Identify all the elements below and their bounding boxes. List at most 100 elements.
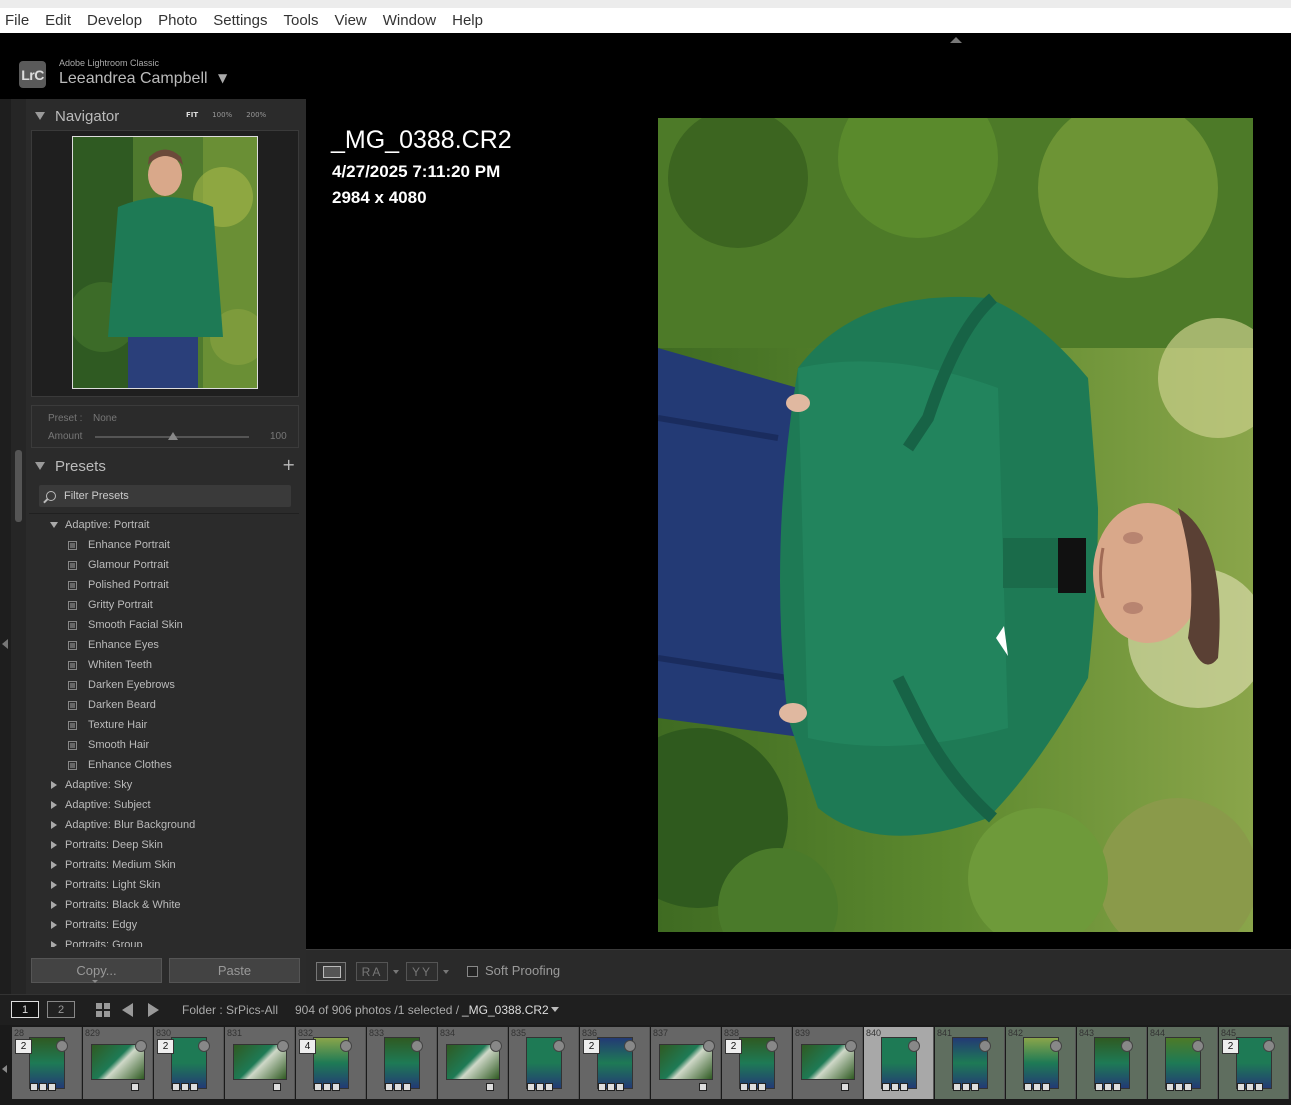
- menu-view[interactable]: View: [327, 12, 375, 29]
- filmstrip-cell[interactable]: 835: [509, 1027, 579, 1099]
- soft-proofing-checkbox[interactable]: [467, 966, 478, 977]
- stack-count-badge[interactable]: 2: [1222, 1039, 1239, 1054]
- menu-photo[interactable]: Photo: [150, 12, 205, 29]
- menu-window[interactable]: Window: [375, 12, 444, 29]
- preset-item[interactable]: Darken Eyebrows: [29, 675, 175, 695]
- filmstrip-cell[interactable]: 833: [367, 1027, 437, 1099]
- preset-item[interactable]: Enhance Eyes: [29, 635, 159, 655]
- filmstrip-cell[interactable]: 831: [225, 1027, 295, 1099]
- main-photo[interactable]: [658, 118, 1253, 932]
- preset-item[interactable]: Texture Hair: [29, 715, 147, 735]
- grid-view-icon[interactable]: [96, 1003, 110, 1017]
- navigator-thumbnail[interactable]: [72, 136, 258, 389]
- previous-arrow-icon[interactable]: [122, 1003, 133, 1017]
- filmstrip-cell[interactable]: 840: [864, 1027, 934, 1099]
- stack-count-badge[interactable]: 2: [583, 1039, 600, 1054]
- main-window-button[interactable]: 1: [11, 1001, 39, 1018]
- left-panel-scroll-thumb[interactable]: [15, 450, 22, 522]
- preset-group[interactable]: Portraits: Light Skin: [29, 875, 160, 895]
- menu-tools[interactable]: Tools: [275, 12, 326, 29]
- filmstrip-cell[interactable]: 28 2: [12, 1027, 82, 1099]
- preset-group[interactable]: Adaptive: Sky: [29, 775, 132, 795]
- filmstrip-cell[interactable]: 841: [935, 1027, 1005, 1099]
- zoom-100[interactable]: 100%: [212, 111, 232, 119]
- stack-count-badge[interactable]: 2: [157, 1039, 174, 1054]
- copy-button[interactable]: Copy...: [31, 958, 162, 983]
- soft-proofing-label[interactable]: Soft Proofing: [485, 963, 560, 978]
- presets-header[interactable]: Presets: [27, 451, 301, 481]
- secondary-window-button[interactable]: 2: [47, 1001, 75, 1018]
- preset-group[interactable]: Portraits: Edgy: [29, 915, 137, 935]
- preset-group[interactable]: Portraits: Black & White: [29, 895, 181, 915]
- badge-icon: [273, 1083, 281, 1091]
- next-arrow-icon[interactable]: [148, 1003, 159, 1017]
- stack-count-badge[interactable]: 2: [725, 1039, 742, 1054]
- preset-group[interactable]: Portraits: Group: [29, 935, 143, 947]
- collapsed-triangle-icon: [51, 841, 57, 849]
- filmstrip-cell[interactable]: 844: [1148, 1027, 1218, 1099]
- filename-dropdown-icon[interactable]: [551, 1007, 559, 1012]
- filmstrip-cell[interactable]: 837: [651, 1027, 721, 1099]
- thumbnail-badges: [527, 1083, 553, 1091]
- menu-help[interactable]: Help: [444, 12, 491, 29]
- loupe-view-button[interactable]: [316, 962, 346, 981]
- zoom-200[interactable]: 200%: [246, 111, 266, 119]
- filmstrip-cell[interactable]: 838 2: [722, 1027, 792, 1099]
- swap-settings-button[interactable]: YY: [406, 962, 438, 981]
- zoom-fit[interactable]: FIT: [186, 111, 198, 119]
- collapse-left-arrow-icon[interactable]: [2, 639, 8, 649]
- paste-button[interactable]: Paste: [169, 958, 300, 983]
- user-name[interactable]: Leeandrea Campbell: [59, 70, 208, 88]
- preset-item[interactable]: Enhance Clothes: [29, 755, 172, 775]
- filmstrip-cell[interactable]: 842: [1006, 1027, 1076, 1099]
- before-after-button[interactable]: RA: [356, 962, 388, 981]
- preset-item[interactable]: Smooth Facial Skin: [29, 615, 183, 635]
- preset-item[interactable]: Darken Beard: [29, 695, 156, 715]
- menu-develop[interactable]: Develop: [79, 12, 150, 29]
- preset-icon: [68, 680, 77, 690]
- stack-count-badge[interactable]: 2: [15, 1039, 32, 1054]
- preset-group[interactable]: Portraits: Deep Skin: [29, 835, 163, 855]
- preset-item[interactable]: Polished Portrait: [29, 575, 169, 595]
- filter-presets-input[interactable]: [64, 490, 264, 502]
- menu-file[interactable]: File: [0, 12, 37, 29]
- preset-item[interactable]: Gritty Portrait: [29, 595, 153, 615]
- badge-icon: [962, 1083, 970, 1091]
- add-preset-icon[interactable]: +: [282, 455, 295, 474]
- preset-group[interactable]: Adaptive: Blur Background: [29, 815, 195, 835]
- preset-group[interactable]: Adaptive: Subject: [29, 795, 151, 815]
- preset-group-adaptive-portrait[interactable]: Adaptive: Portrait: [29, 515, 149, 535]
- top-panel-collapse-icon[interactable]: [950, 37, 962, 43]
- preset-item[interactable]: Smooth Hair: [29, 735, 149, 755]
- stack-count-badge[interactable]: 4: [299, 1039, 316, 1054]
- left-panel-edge[interactable]: [0, 99, 11, 994]
- filmstrip-cell[interactable]: 832 4: [296, 1027, 366, 1099]
- folder-source[interactable]: Folder : SrPics-All: [182, 1003, 278, 1017]
- preset-item[interactable]: Enhance Portrait: [29, 535, 170, 555]
- menu-settings[interactable]: Settings: [205, 12, 275, 29]
- badge-icon: [1184, 1083, 1192, 1091]
- filmstrip-cell[interactable]: 829: [83, 1027, 153, 1099]
- menu-edit[interactable]: Edit: [37, 12, 79, 29]
- swap-dropdown-icon[interactable]: [443, 970, 449, 974]
- filmstrip-cell[interactable]: 843: [1077, 1027, 1147, 1099]
- selected-filename[interactable]: _MG_0388.CR2: [462, 1003, 549, 1017]
- filter-presets-field[interactable]: [39, 485, 291, 507]
- amount-slider-thumb[interactable]: [168, 432, 178, 440]
- preset-item[interactable]: Glamour Portrait: [29, 555, 169, 575]
- preset-group-label: Adaptive: Portrait: [65, 519, 150, 531]
- filmstrip-cell[interactable]: 845 2: [1219, 1027, 1289, 1099]
- user-dropdown-icon[interactable]: ▼: [218, 71, 227, 85]
- preset-group[interactable]: Portraits: Medium Skin: [29, 855, 176, 875]
- edit-badge-icon: [340, 1040, 352, 1052]
- collapse-triangle-icon: [35, 112, 45, 120]
- filmstrip-cell[interactable]: 836 2: [580, 1027, 650, 1099]
- filmstrip-cell[interactable]: 839: [793, 1027, 863, 1099]
- filmstrip-scroll-left-icon[interactable]: [2, 1065, 7, 1073]
- preset-item[interactable]: Whiten Teeth: [29, 655, 152, 675]
- filmstrip-cell[interactable]: 830 2: [154, 1027, 224, 1099]
- before-after-dropdown-icon[interactable]: [393, 970, 399, 974]
- filmstrip-cell[interactable]: 834: [438, 1027, 508, 1099]
- left-panel-scrollbar[interactable]: [11, 99, 26, 994]
- badge-icon: [1095, 1083, 1103, 1091]
